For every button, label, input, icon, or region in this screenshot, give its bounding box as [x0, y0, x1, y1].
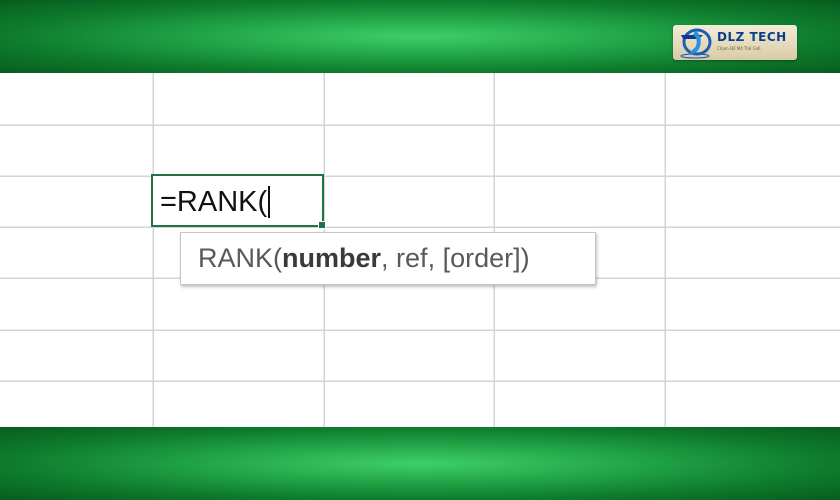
brand-name: DLZ TECH: [717, 30, 787, 44]
brand-logo: DLZ TECH Chạm Để Mở Thế Giới: [673, 25, 797, 60]
tooltip-arg-ref: ref: [396, 243, 428, 273]
tooltip-arg-number: number: [282, 243, 382, 273]
tooltip-arg-order: [order]: [442, 243, 521, 273]
text-cursor: [268, 186, 271, 218]
tooltip-open-paren: (: [273, 243, 283, 273]
brand-tagline: Chạm Để Mở Thế Giới: [717, 46, 761, 51]
cell-formula-text[interactable]: =RANK(: [160, 186, 271, 218]
tooltip-separator-2: ,: [427, 243, 443, 273]
formula-value: =RANK(: [160, 186, 268, 218]
tooltip-separator-1: ,: [381, 243, 397, 273]
function-argument-tooltip[interactable]: RANK(number, ref, [order]): [180, 232, 596, 285]
screenshot-frame: DLZ TECH Chạm Để Mở Thế Giới =RANK( RANK…: [0, 0, 840, 500]
tooltip-close-paren: ): [520, 243, 530, 273]
bottom-banner: [0, 427, 840, 500]
dlz-logo-icon: [680, 28, 712, 59]
active-cell[interactable]: =RANK(: [151, 174, 326, 229]
fill-handle[interactable]: [318, 221, 326, 229]
tooltip-function-name[interactable]: RANK: [198, 243, 273, 273]
spreadsheet-grid[interactable]: =RANK( RANK(number, ref, [order]): [0, 73, 840, 427]
